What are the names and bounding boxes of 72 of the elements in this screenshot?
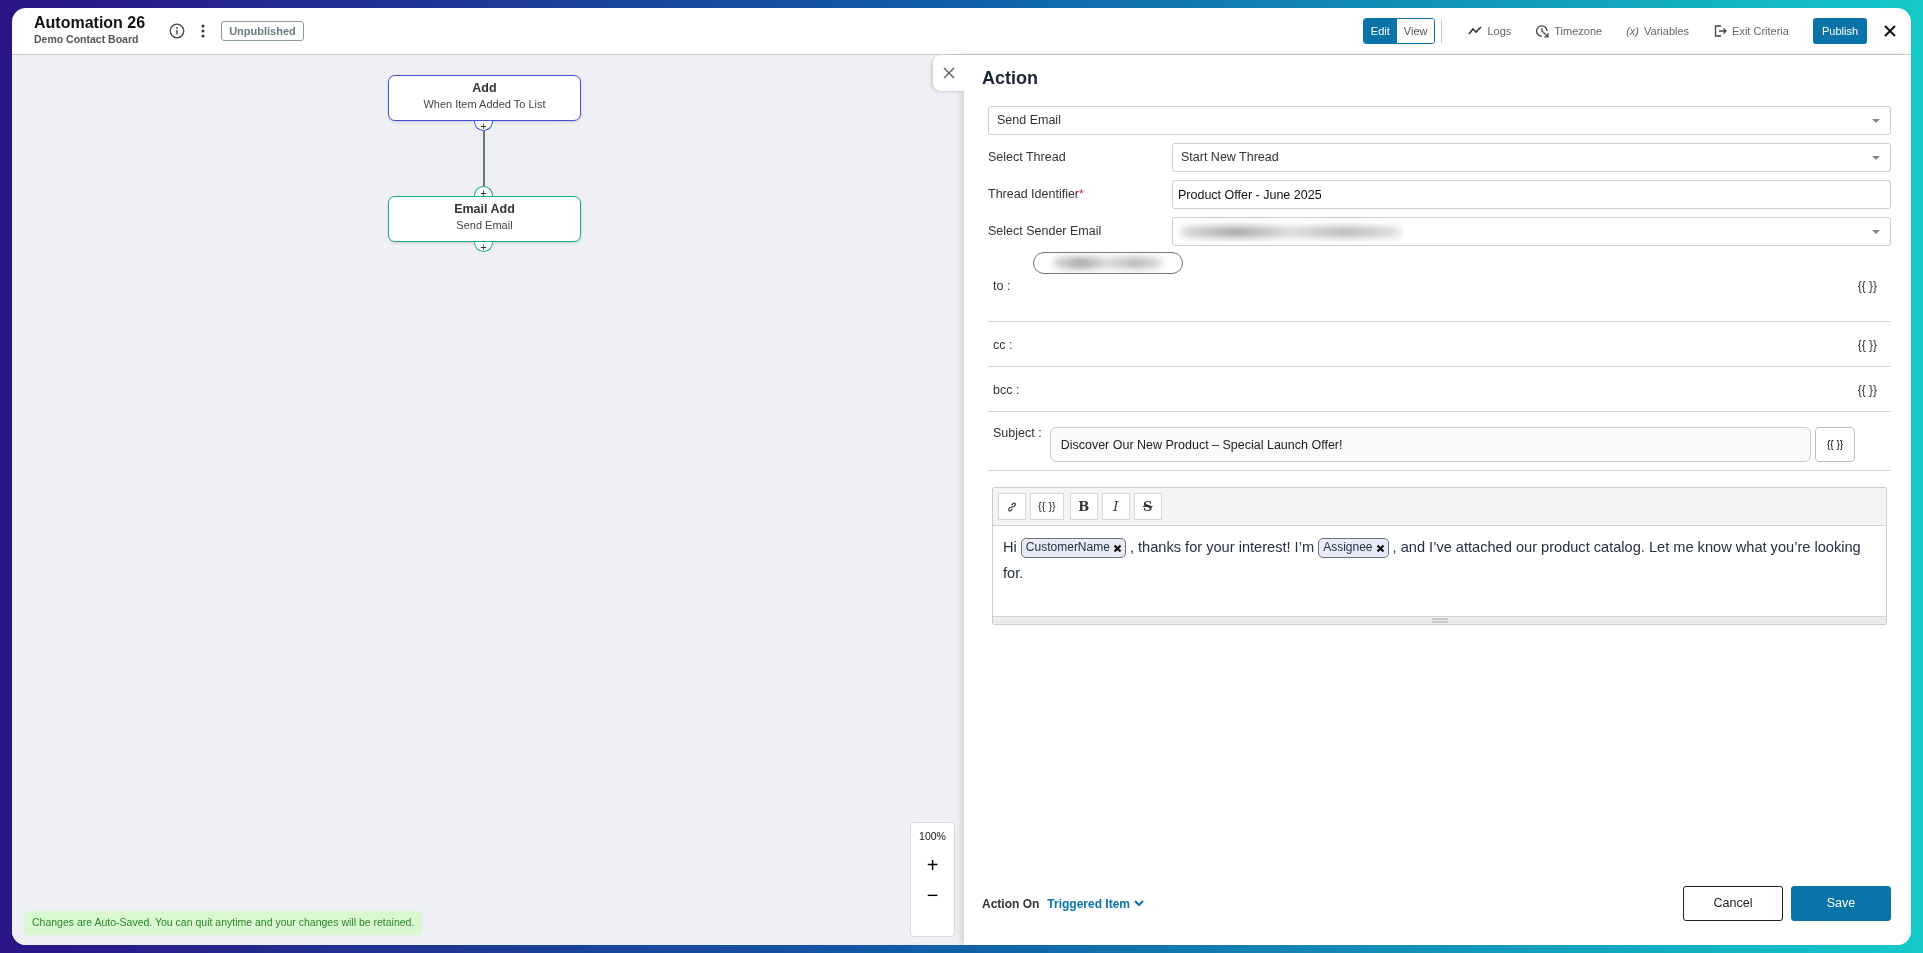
remove-icon	[1375, 543, 1385, 553]
flow-node[interactable]: Add When Item Added To List	[388, 75, 581, 121]
editor-text: , and I’ve attached our product catalog. Let me know what you’re looking	[1392, 539, 1861, 555]
toolbar-link[interactable]: Logs	[1468, 22, 1512, 40]
recipient-label: bcc :	[993, 382, 1020, 399]
node-title: Add	[471, 81, 498, 96]
toolbar-link[interactable]: (x) Variables	[1626, 22, 1690, 40]
subject-field[interactable]: Discover Our New Product – Special Launch Offer!	[1049, 427, 1811, 462]
action-on-label: Action On	[982, 895, 1040, 913]
info-button[interactable]	[169, 23, 186, 39]
cancel-button[interactable]: Cancel	[1683, 886, 1783, 921]
insert-variable-button[interactable]: {{ }}	[1857, 381, 1877, 399]
autosave-note: Changes are Auto-Saved. You can quit anytime and your changes will be retained.	[24, 911, 423, 935]
remove-icon	[1112, 543, 1122, 553]
panel-title: Action	[982, 67, 1039, 90]
recipient-label: to :	[993, 278, 1011, 295]
toolbar-link[interactable]: Timezone	[1535, 22, 1603, 40]
save-button[interactable]: Save	[1791, 886, 1891, 921]
node-title: Email Add	[453, 202, 516, 217]
node-subtitle: When Item Added To List	[422, 97, 547, 112]
status-badge: Unpublished	[221, 20, 304, 42]
insert-variable-button[interactable]: {{ }}	[1030, 493, 1064, 520]
more-button[interactable]	[201, 24, 206, 38]
editor-text: Hi	[1003, 539, 1017, 555]
info-icon	[169, 23, 186, 39]
variables-icon: (x)	[1626, 22, 1640, 40]
board-name: Demo Contact Board	[34, 31, 140, 47]
publish-button[interactable]: Publish	[1812, 17, 1867, 45]
zoom-level: 100%	[919, 829, 946, 844]
caret-icon	[1872, 118, 1880, 123]
insert-variable-button[interactable]: {{ }}	[1815, 427, 1855, 462]
editor-text: for.	[1003, 565, 1024, 582]
italic-button[interactable]: I	[1101, 493, 1130, 520]
add-step-button[interactable]: +	[474, 242, 493, 252]
zoom-out-button[interactable]: −	[918, 884, 947, 905]
toolbar-link[interactable]: Exit Criteria	[1713, 22, 1789, 40]
strikethrough-button[interactable]: S	[1133, 493, 1162, 520]
caret-icon	[1872, 155, 1880, 160]
recipient-chip[interactable]	[1033, 252, 1183, 274]
field-tag[interactable]: CustomerName	[1020, 538, 1126, 558]
more-icon	[201, 24, 206, 38]
field-tag[interactable]: Assignee	[1318, 538, 1389, 558]
close-icon	[1883, 24, 1897, 38]
subject-label: Subject :	[993, 425, 1042, 442]
add-step-button[interactable]: +	[474, 121, 493, 131]
caret-icon	[1872, 229, 1880, 234]
recipient-label: cc :	[993, 337, 1013, 354]
close-icon	[943, 67, 955, 79]
action-select[interactable]: Send Email	[988, 106, 1891, 135]
text-field[interactable]: Product Offer - June 2025	[1172, 180, 1891, 209]
insert-variable-button[interactable]: {{ }}	[1857, 277, 1877, 295]
field-label: Thread Identifier*	[988, 186, 1085, 203]
link-button[interactable]	[998, 493, 1026, 520]
chevron-down-icon	[1134, 900, 1144, 907]
triggered-item-dropdown[interactable]: Triggered Item	[1047, 894, 1144, 913]
clock-icon	[1535, 24, 1550, 38]
select-field[interactable]	[1172, 217, 1891, 246]
node-subtitle: Send Email	[455, 218, 514, 233]
field-label: Select Sender Email	[988, 223, 1103, 240]
editor-text: , thanks for your interest! I’m	[1129, 539, 1315, 555]
link-icon	[1007, 502, 1017, 513]
flow-node[interactable]: Email Add Send Email	[388, 196, 581, 242]
exit-icon	[1713, 24, 1728, 38]
field-label: Select Thread	[988, 149, 1067, 166]
zoom-in-button[interactable]: +	[918, 854, 947, 875]
automation-title: Automation 26	[34, 14, 146, 32]
resize-grip-icon	[1431, 618, 1448, 623]
select-field[interactable]: Start New Thread	[1172, 143, 1891, 172]
close-button[interactable]	[1883, 24, 1897, 38]
bold-button[interactable]: B	[1069, 493, 1098, 520]
insert-variable-button[interactable]: {{ }}	[1857, 336, 1877, 354]
mode-tab[interactable]: Edit	[1363, 18, 1397, 44]
